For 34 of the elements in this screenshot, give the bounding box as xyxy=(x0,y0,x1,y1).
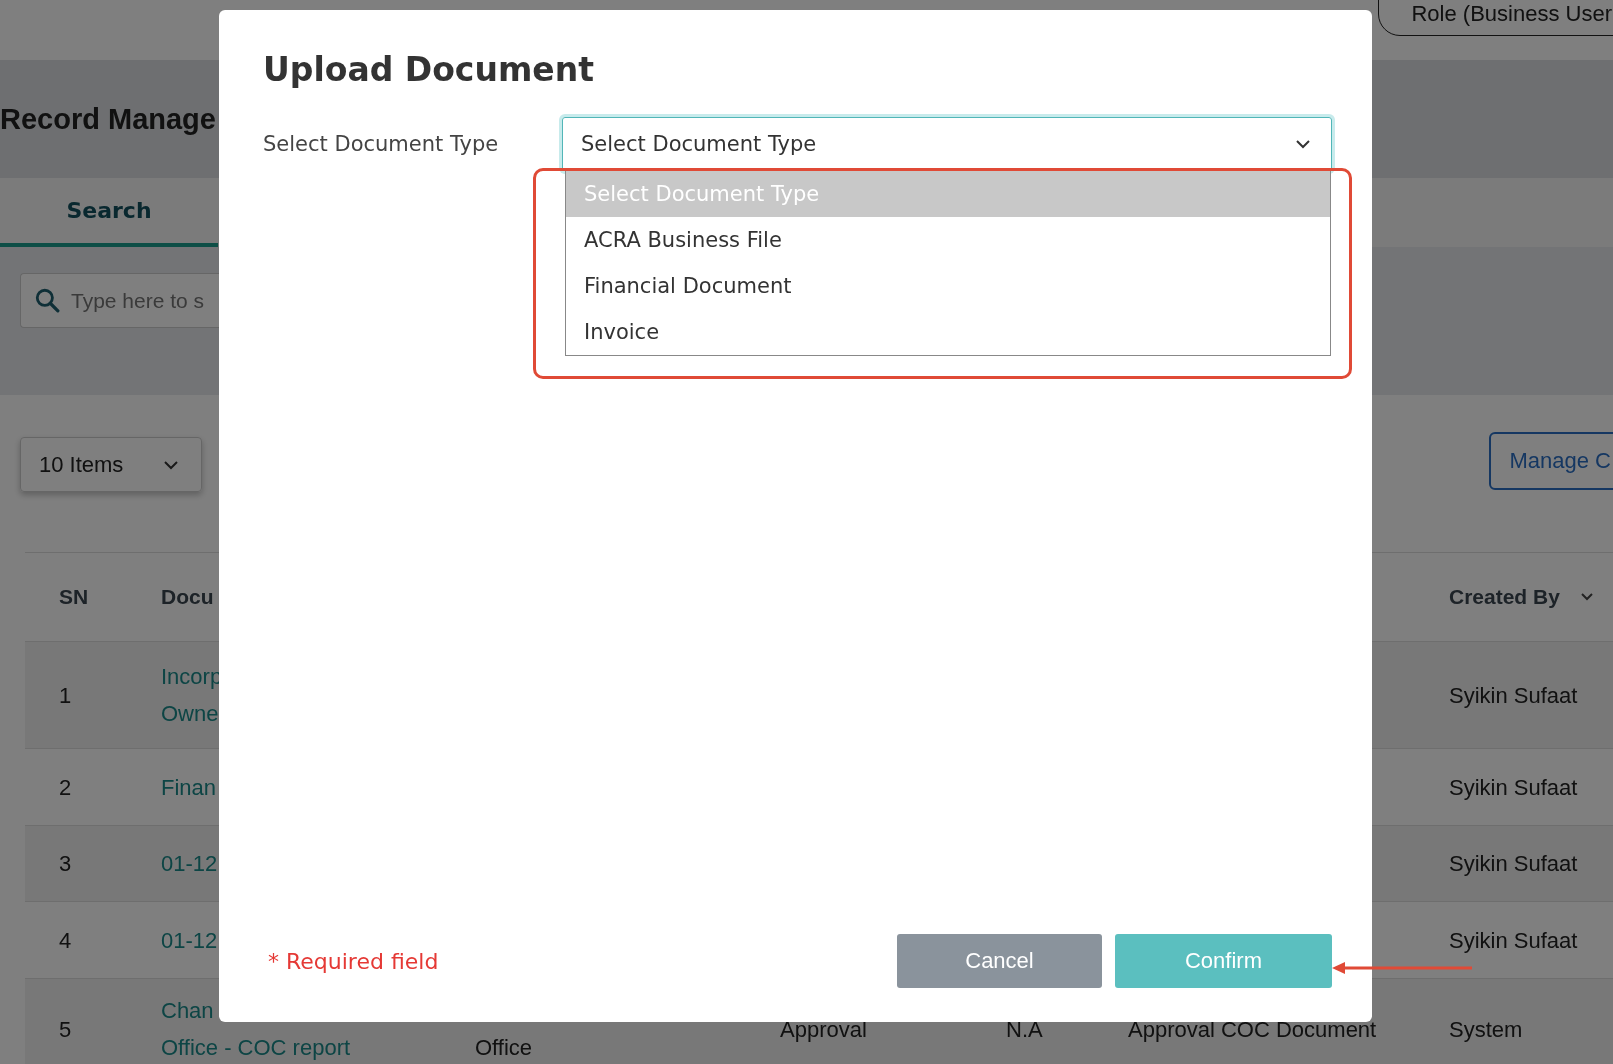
table-cell-text: Syikin Sufaat xyxy=(1449,850,1579,878)
chevron-down-icon xyxy=(163,459,179,470)
table-cell-text: Syikin Sufaat xyxy=(1449,926,1579,955)
table-cell: N.A xyxy=(1006,1016,1043,1042)
sort-icon[interactable] xyxy=(1579,592,1594,602)
dropdown-option[interactable]: ACRA Business File xyxy=(566,217,1330,263)
table-cell-text: Syikin Sufaat xyxy=(1449,773,1579,802)
dialog-title: Upload Document xyxy=(263,50,595,89)
table-cell: Approval COC Document xyxy=(1128,1016,1377,1042)
column-header: Created By xyxy=(1449,585,1560,609)
table-cell-text: 3 xyxy=(58,850,73,878)
table-cell-text: 5 xyxy=(58,1015,73,1044)
search-field[interactable]: Type here to s xyxy=(20,273,219,328)
table-cell-text: System xyxy=(1449,1015,1524,1044)
table-cell: Approval xyxy=(780,1016,867,1042)
chevron-down-icon xyxy=(1295,139,1311,149)
column-header: SN xyxy=(58,585,90,609)
cancel-button[interactable]: Cancel xyxy=(897,934,1102,988)
dropdown-option[interactable]: Financial Document xyxy=(566,263,1330,309)
document-type-select[interactable]: Select Document Type xyxy=(562,117,1332,171)
field-label: Select Document Type xyxy=(263,131,500,158)
table-cell-text: 1 xyxy=(58,681,73,710)
table-cell-text: 4 xyxy=(58,926,73,955)
page-title: Record Manage xyxy=(0,102,216,136)
role-pill[interactable]: Role (Business User xyxy=(1378,0,1613,36)
dropdown-option[interactable]: Invoice xyxy=(566,309,1330,355)
table-cell: Office xyxy=(475,1035,533,1060)
required-note: * Required field xyxy=(268,948,439,974)
table-cell-text: Syikin Sufaat xyxy=(1449,681,1579,710)
search-icon xyxy=(34,287,60,313)
table-cell-text: 2 xyxy=(58,773,73,802)
column-header: Docu xyxy=(161,585,215,609)
manage-button[interactable]: Manage C xyxy=(1489,432,1613,490)
page-size-select[interactable]: 10 Items xyxy=(20,437,202,492)
